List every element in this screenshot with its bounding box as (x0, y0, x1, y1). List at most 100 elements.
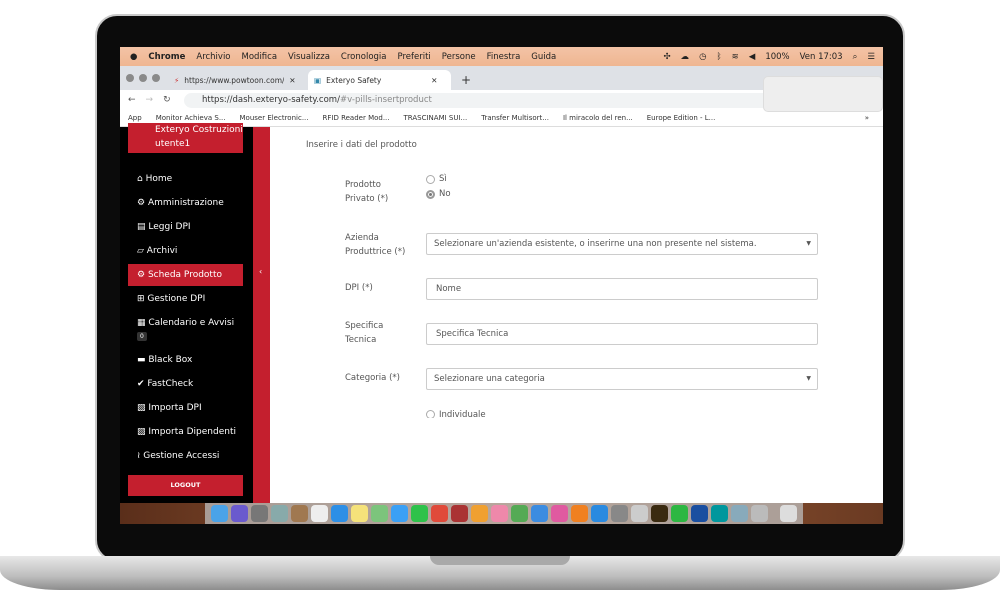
volume-icon[interactable]: ◀ (749, 52, 756, 62)
siri-dock-icon[interactable] (231, 505, 248, 522)
clock[interactable]: Ven 17:03 (800, 52, 843, 62)
radio-no[interactable]: No (426, 189, 451, 199)
window-controls[interactable] (126, 74, 160, 82)
sidebar-item-gestione-dpi[interactable]: ⊞ Gestione DPI (128, 288, 243, 310)
cloud-icon[interactable]: ☁ (681, 52, 690, 62)
sidebar-item-calendario[interactable]: ▦ Calendario e Avvisi (128, 312, 243, 334)
archive-dock-icon[interactable] (751, 505, 768, 522)
messages-dock-icon[interactable] (391, 505, 408, 522)
radio-si[interactable]: Sì (426, 174, 447, 184)
sidebar-item-leggi-dpi[interactable]: ▤ Leggi DPI (128, 216, 243, 238)
keynote-dock-icon[interactable] (531, 505, 548, 522)
notes-book-dock-icon[interactable] (291, 505, 308, 522)
launchpad-dock-icon[interactable] (251, 505, 268, 522)
numbers-dock-icon[interactable] (511, 505, 528, 522)
radio-individuale[interactable]: Individuale (426, 410, 486, 418)
tab-powtoon[interactable]: ⚡ https://www.powtoon.com/htm ✕ (168, 70, 303, 90)
app-store-dock-icon[interactable] (591, 505, 608, 522)
reload-icon[interactable]: ↻ (163, 95, 171, 105)
apple-icon[interactable]: ● (130, 52, 137, 62)
calendar-dock-icon[interactable] (311, 505, 328, 522)
illustrator-dock-icon[interactable] (651, 505, 668, 522)
battery-text[interactable]: 100% (765, 52, 789, 62)
printer-dock-icon[interactable] (631, 505, 648, 522)
sidebar-item-black-box[interactable]: ▬ Black Box (128, 349, 243, 371)
bookmark[interactable]: Europe Edition - L... (647, 114, 716, 122)
ibooks-dock-icon[interactable] (571, 505, 588, 522)
back-icon[interactable]: ← (128, 95, 136, 105)
sidebar-item-importa-dipendenti[interactable]: ▧ Importa Dipendenti (128, 421, 243, 443)
time-machine-icon[interactable]: ◷ (699, 52, 706, 62)
menu-app[interactable]: Chrome (148, 52, 185, 62)
dpi-input[interactable]: Nome (426, 278, 818, 300)
new-tab-button[interactable]: + (455, 70, 477, 90)
image-capture-dock-icon[interactable] (731, 505, 748, 522)
notes-dock-icon[interactable] (351, 505, 368, 522)
forward-icon[interactable]: → (146, 95, 154, 105)
menu-archivio[interactable]: Archivio (196, 52, 230, 62)
menu-visualizza[interactable]: Visualizza (288, 52, 330, 62)
exteryo-favicon-icon: ▣ (314, 75, 322, 85)
bluetooth-icon[interactable]: ᛒ (717, 52, 722, 62)
bookmarks-more[interactable]: » (865, 114, 869, 122)
menu-guida[interactable]: Guida (531, 52, 556, 62)
sidebar-toggle[interactable]: ‹ (253, 127, 270, 503)
sidebar-item-home[interactable]: ⌂ Home (128, 168, 243, 190)
private-label: Prodotto Privato (*) (345, 180, 389, 204)
logout-button[interactable]: LOGOUT (128, 475, 243, 496)
dropbox-icon[interactable]: ✣ (663, 52, 670, 62)
company-select[interactable]: Selezionare un'azienda esistente, o inse… (426, 233, 818, 255)
sidebar-item-amministrazione[interactable]: ⚙ Amministrazione (128, 192, 243, 214)
wifi-icon[interactable]: ≋ (732, 52, 739, 62)
maps-dock-icon[interactable] (371, 505, 388, 522)
whatsapp-dock-icon[interactable] (671, 505, 688, 522)
sidebar: Exteryo Costruzioni utente1 ⌂ Home ⚙ Amm… (120, 123, 253, 503)
sidebar-item-fastcheck[interactable]: ✔ FastCheck (128, 373, 243, 395)
user-card: Exteryo Costruzioni utente1 (128, 123, 243, 153)
facetime-dock-icon[interactable] (411, 505, 428, 522)
itunes-dock-icon[interactable] (551, 505, 568, 522)
bookmark[interactable]: TRASCINAMI SUI... (404, 114, 468, 122)
spec-input[interactable]: Specifica Tecnica (426, 323, 818, 345)
finder-dock-icon[interactable] (211, 505, 228, 522)
category-select[interactable]: Selezionare una categoria ▼ (426, 368, 818, 390)
sidebar-item-scheda-prodotto[interactable]: ⚙ Scheda Prodotto (128, 264, 243, 286)
spotlight-icon[interactable]: ⌕ (853, 52, 858, 62)
bookmark[interactable]: RFID Reader Mod... (323, 114, 390, 122)
sidebar-item-archivi[interactable]: ▱ Archivi (128, 240, 243, 262)
menu-finestra[interactable]: Finestra (487, 52, 521, 62)
macos-menubar: ● Chrome Archivio Modifica Visualizza Cr… (120, 47, 883, 66)
trash-dock-icon[interactable] (780, 505, 797, 522)
company-name: Exteryo Costruzioni (155, 125, 243, 135)
menu-cronologia[interactable]: Cronologia (341, 52, 387, 62)
laptop-notch (430, 556, 570, 565)
photo-booth-dock-icon[interactable] (451, 505, 468, 522)
chevron-left-icon[interactable]: ‹ (259, 267, 262, 276)
sidebar-item-gestione-accessi[interactable]: ≀ Gestione Accessi (128, 445, 243, 467)
caret-down-icon: ▼ (806, 375, 811, 382)
close-tab-icon[interactable]: ✕ (289, 76, 295, 85)
safari-dock-icon[interactable] (331, 505, 348, 522)
system-preferences-dock-icon[interactable] (611, 505, 628, 522)
form-heading: Inserire i dati del prodotto (306, 140, 417, 150)
pages-dock-icon[interactable] (471, 505, 488, 522)
close-tab-icon[interactable]: ✕ (431, 76, 437, 85)
tab-exteryo[interactable]: ▣ Exteryo Safety ✕ (308, 70, 451, 90)
url-input[interactable]: https://dash.exteryo-safety.com/#v-pills… (184, 93, 864, 108)
notification-center-icon[interactable]: ☰ (867, 52, 875, 62)
menu-preferiti[interactable]: Preferiti (397, 52, 430, 62)
preview-dock-icon[interactable] (271, 505, 288, 522)
bookmark[interactable]: Transfer Multisort... (481, 114, 549, 122)
bookmark[interactable]: Il miracolo del ren... (563, 114, 633, 122)
wd-dock-icon[interactable] (691, 505, 708, 522)
arduino-dock-icon[interactable] (711, 505, 728, 522)
sidebar-item-importa-dpi[interactable]: ▧ Importa DPI (128, 397, 243, 419)
menu-persone[interactable]: Persone (442, 52, 476, 62)
menu-modifica[interactable]: Modifica (242, 52, 278, 62)
chrome-dock-icon[interactable] (431, 505, 448, 522)
bookmark[interactable]: Monitor Achieva S... (156, 114, 226, 122)
photos-dock-icon[interactable] (491, 505, 508, 522)
caret-down-icon: ▼ (806, 240, 811, 247)
bookmark-app[interactable]: App (128, 114, 142, 122)
bookmark[interactable]: Mouser Electronic... (240, 114, 309, 122)
